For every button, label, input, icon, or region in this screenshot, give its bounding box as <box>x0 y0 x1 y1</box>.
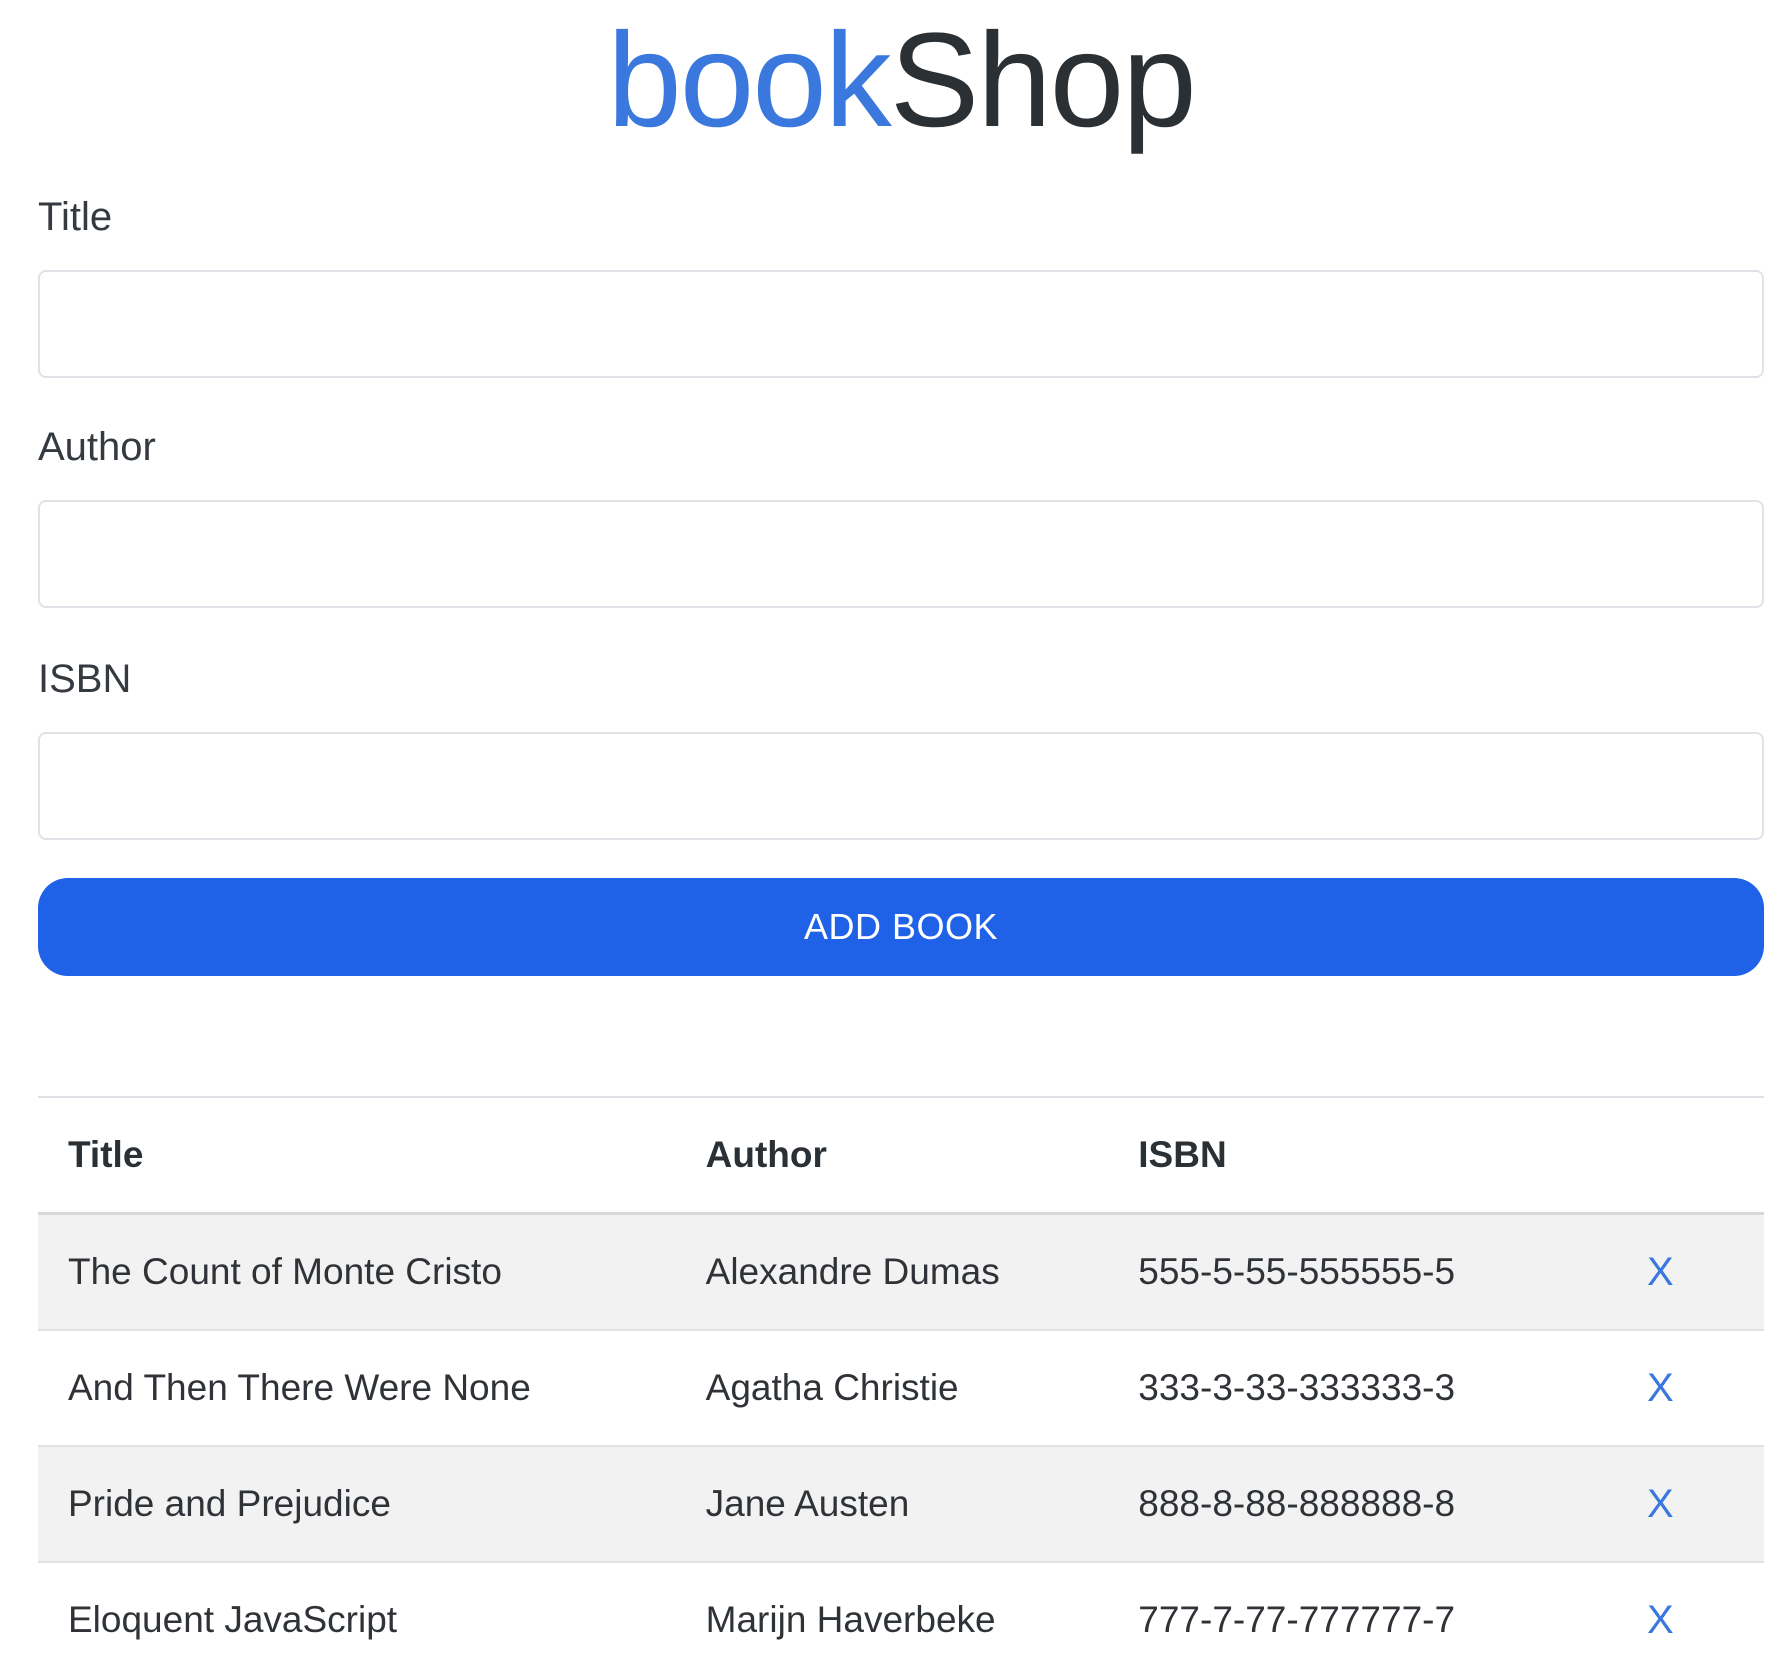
delete-book-x-icon[interactable]: X <box>1647 1250 1674 1294</box>
author-label: Author <box>38 416 1764 478</box>
book-isbn-cell: 777-7-77-777777-7 <box>1108 1562 1617 1677</box>
page-container: bookShop Title Author ISBN ADD BOOK Titl… <box>38 0 1764 164</box>
delete-book-x-icon[interactable]: X <box>1647 1366 1674 1410</box>
book-author-cell: Agatha Christie <box>676 1330 1109 1446</box>
table-header: Title Author ISBN <box>38 1097 1764 1214</box>
book-title-cell: The Count of Monte Cristo <box>38 1214 676 1331</box>
book-delete-cell: X <box>1617 1446 1764 1562</box>
title-form-group: Title <box>38 186 1764 378</box>
book-delete-cell: X <box>1617 1562 1764 1677</box>
column-header-isbn: ISBN <box>1108 1097 1617 1214</box>
book-isbn-cell: 888-8-88-888888-8 <box>1108 1446 1617 1562</box>
delete-book-x-icon[interactable]: X <box>1647 1482 1674 1526</box>
delete-book-x-icon[interactable]: X <box>1647 1598 1674 1642</box>
brand-logo-shop: Shop <box>890 6 1195 155</box>
isbn-form-group: ISBN <box>38 648 1764 840</box>
isbn-label: ISBN <box>38 648 1764 710</box>
table-header-row: Title Author ISBN <box>38 1097 1764 1214</box>
book-title-cell: And Then There Were None <box>38 1330 676 1446</box>
book-title-cell: Eloquent JavaScript <box>38 1562 676 1677</box>
table-row: And Then There Were None Agatha Christie… <box>38 1330 1764 1446</box>
table-row: Pride and Prejudice Jane Austen 888-8-88… <box>38 1446 1764 1562</box>
book-title-cell: Pride and Prejudice <box>38 1446 676 1562</box>
author-input[interactable] <box>38 500 1764 608</box>
book-author-cell: Marijn Haverbeke <box>676 1562 1109 1677</box>
book-author-cell: Jane Austen <box>676 1446 1109 1562</box>
brand-logo: bookShop <box>38 0 1764 164</box>
book-isbn-cell: 555-5-55-555555-5 <box>1108 1214 1617 1331</box>
column-header-actions <box>1617 1097 1764 1214</box>
book-delete-cell: X <box>1617 1214 1764 1331</box>
add-book-button[interactable]: ADD BOOK <box>38 878 1764 976</box>
table-row: Eloquent JavaScript Marijn Haverbeke 777… <box>38 1562 1764 1677</box>
book-list: The Count of Monte Cristo Alexandre Duma… <box>38 1214 1764 1677</box>
book-author-cell: Alexandre Dumas <box>676 1214 1109 1331</box>
book-delete-cell: X <box>1617 1330 1764 1446</box>
book-isbn-cell: 333-3-33-333333-3 <box>1108 1330 1617 1446</box>
table-row: The Count of Monte Cristo Alexandre Duma… <box>38 1214 1764 1331</box>
book-list-table: Title Author ISBN The Count of Monte Cri… <box>38 1096 1764 1677</box>
column-header-author: Author <box>676 1097 1109 1214</box>
title-input[interactable] <box>38 270 1764 378</box>
isbn-input[interactable] <box>38 732 1764 840</box>
title-label: Title <box>38 186 1764 248</box>
author-form-group: Author <box>38 416 1764 608</box>
brand-logo-book: book <box>607 6 890 155</box>
column-header-title: Title <box>38 1097 676 1214</box>
